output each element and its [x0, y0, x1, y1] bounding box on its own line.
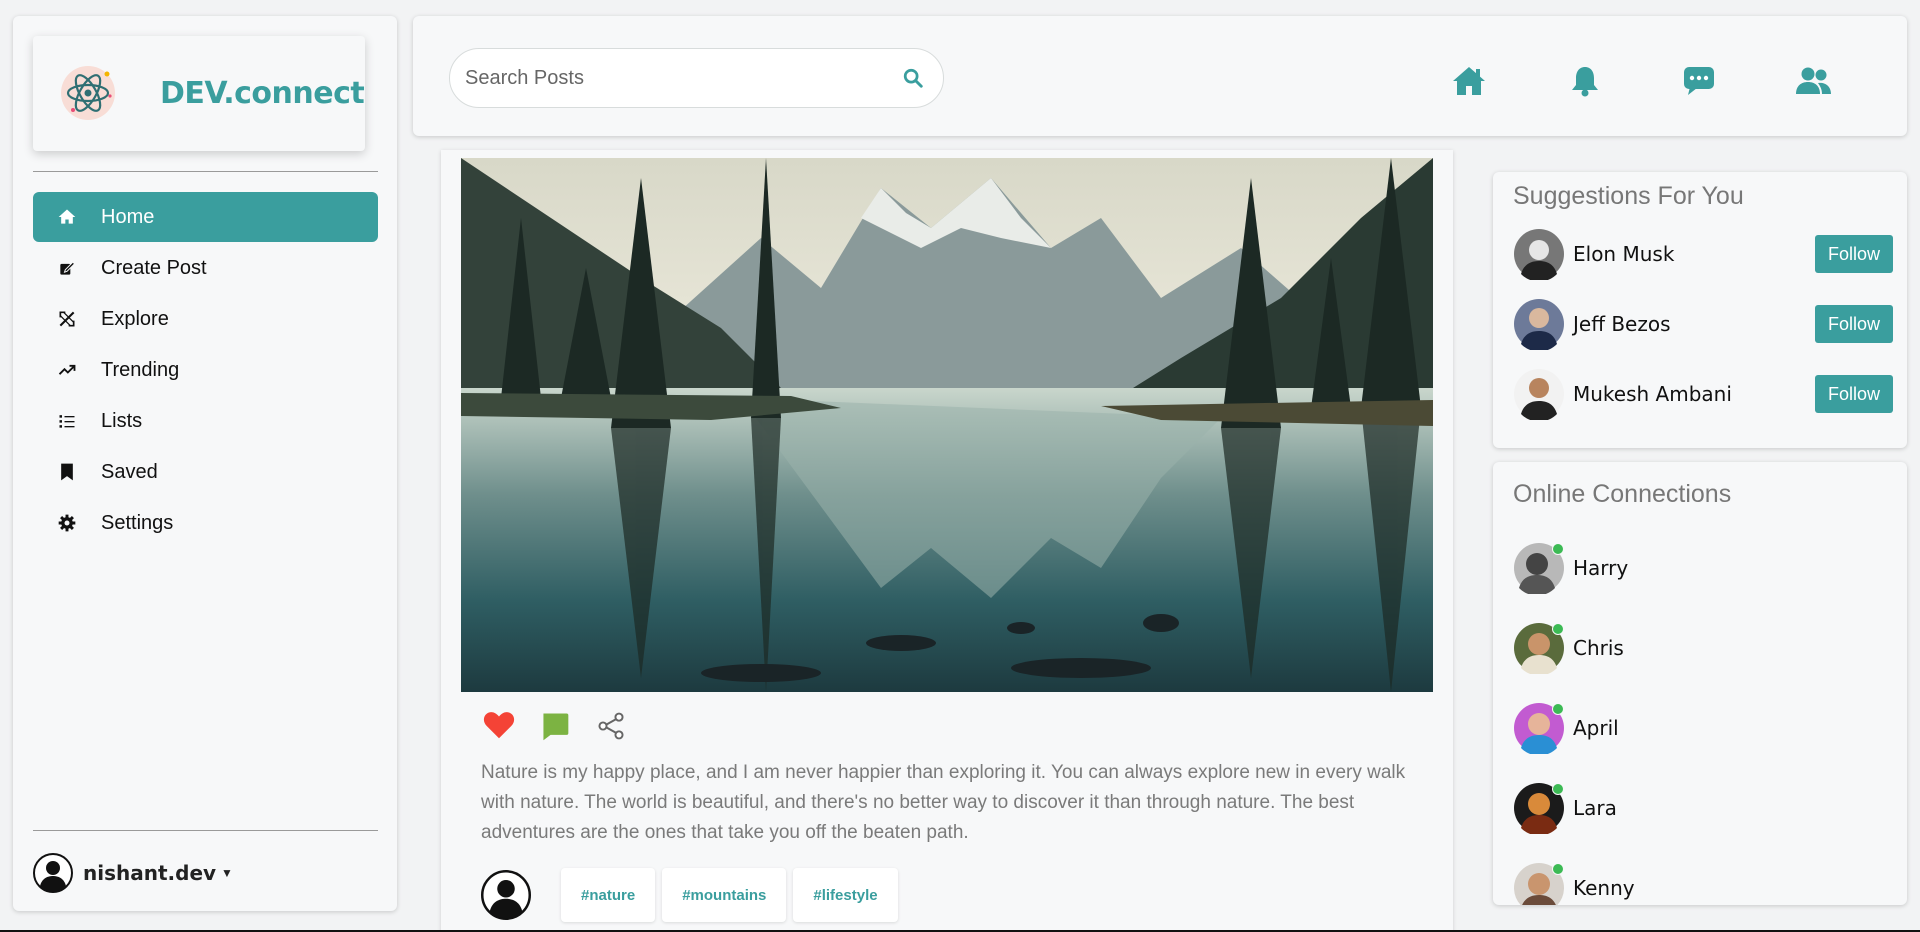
tag-mountains[interactable]: #mountains: [662, 868, 787, 922]
bell-icon[interactable]: [1567, 64, 1603, 98]
post-feed: Nature is my happy place, and I am never…: [441, 150, 1453, 932]
person-name: Harry: [1573, 556, 1629, 580]
online-connections-card: Online Connections Harry Chris April Lar…: [1493, 462, 1907, 905]
user-menu[interactable]: nishant.dev ▼: [33, 851, 233, 895]
follow-button[interactable]: Follow: [1815, 305, 1893, 343]
brand-name[interactable]: DEV.connect: [160, 76, 365, 111]
online-row[interactable]: Chris: [1513, 622, 1873, 676]
suggestions-title: Suggestions For You: [1513, 182, 1744, 210]
person-name[interactable]: Elon Musk: [1573, 242, 1674, 266]
brand-logo-card[interactable]: DEV.connect: [33, 36, 365, 151]
sidebar-item-label: Lists: [101, 409, 143, 432]
suggestion-row: Jeff Bezos Follow: [1513, 298, 1893, 350]
sidebar-item-label: Saved: [101, 460, 158, 483]
post-image[interactable]: [461, 158, 1433, 692]
online-status-dot: [1552, 783, 1564, 795]
person-name: Kenny: [1573, 876, 1635, 900]
suggestion-row: Mukesh Ambani Follow: [1513, 368, 1893, 420]
online-status-dot: [1552, 623, 1564, 635]
bookmark-icon: [33, 462, 101, 482]
sidebar-item-home[interactable]: Home: [33, 192, 378, 242]
sidebar-item-settings[interactable]: Settings: [33, 498, 378, 548]
home-icon: [33, 207, 101, 227]
heart-icon[interactable]: [481, 708, 517, 744]
sidebar-item-label: Create Post: [101, 256, 207, 279]
avatar: [1513, 782, 1565, 836]
atom-icon: [61, 66, 115, 120]
online-row[interactable]: April: [1513, 702, 1873, 756]
caret-down-icon: ▼: [221, 866, 233, 880]
avatar[interactable]: [481, 870, 531, 920]
sidebar-divider: [33, 830, 378, 831]
avatar: [1513, 862, 1565, 905]
avatar: [1513, 622, 1565, 676]
post-footer: #nature #mountains #lifestyle: [481, 868, 905, 922]
gear-icon: [33, 513, 101, 533]
create-post-icon: [33, 258, 101, 278]
avatar[interactable]: [1513, 298, 1565, 350]
person-name: Chris: [1573, 636, 1624, 660]
home-icon[interactable]: [1451, 64, 1487, 98]
post-actions: [481, 708, 629, 744]
left-sidebar: DEV.connect Home Create Post Explore Tre…: [13, 16, 397, 911]
sidebar-item-saved[interactable]: Saved: [33, 447, 378, 497]
share-icon[interactable]: [593, 708, 629, 744]
online-status-dot: [1552, 543, 1564, 555]
search-input[interactable]: [465, 66, 901, 90]
person-name[interactable]: Mukesh Ambani: [1573, 382, 1732, 406]
sidebar-item-trending[interactable]: Trending: [33, 345, 378, 395]
person-name: Lara: [1573, 796, 1617, 820]
post-body: Nature is my happy place, and I am never…: [481, 762, 1406, 843]
person-name: April: [1573, 716, 1619, 740]
sidebar-item-lists[interactable]: Lists: [33, 396, 378, 446]
avatar: [33, 853, 73, 893]
suggestions-card: Suggestions For You Elon Musk Follow Jef…: [1493, 172, 1907, 448]
sidebar-divider: [33, 171, 378, 172]
sidebar-item-label: Settings: [101, 511, 174, 534]
users-icon[interactable]: [1795, 64, 1831, 98]
avatar[interactable]: [1513, 228, 1565, 280]
top-header: [413, 16, 1907, 136]
online-status-dot: [1552, 863, 1564, 875]
online-row[interactable]: Harry: [1513, 542, 1873, 596]
search-icon[interactable]: [901, 66, 925, 90]
search-bar: [449, 48, 944, 108]
list-icon: [33, 411, 101, 431]
suggestion-row: Elon Musk Follow: [1513, 228, 1893, 280]
sidebar-item-label: Trending: [101, 358, 180, 381]
tag-lifestyle[interactable]: #lifestyle: [793, 868, 898, 922]
online-status-dot: [1552, 703, 1564, 715]
sidebar-item-explore[interactable]: Explore: [33, 294, 378, 344]
sidebar-item-create-post[interactable]: Create Post: [33, 243, 378, 293]
chat-icon[interactable]: [1681, 64, 1717, 98]
online-row[interactable]: Kenny: [1513, 862, 1873, 905]
online-title: Online Connections: [1513, 480, 1732, 508]
follow-button[interactable]: Follow: [1815, 235, 1893, 273]
username: nishant.dev: [83, 861, 217, 885]
sidebar-item-label: Explore: [101, 307, 169, 330]
sidebar-item-label: Home: [101, 205, 155, 228]
tag-nature[interactable]: #nature: [561, 868, 656, 922]
online-row[interactable]: Lara: [1513, 782, 1873, 836]
person-name[interactable]: Jeff Bezos: [1573, 312, 1671, 336]
explore-icon: [33, 309, 101, 329]
avatar[interactable]: [1513, 368, 1565, 420]
sidebar-nav: Home Create Post Explore Trending Lists: [33, 192, 378, 549]
landscape-image: [461, 158, 1433, 692]
comment-icon[interactable]: [537, 708, 573, 744]
trending-icon: [33, 360, 101, 380]
avatar: [1513, 542, 1565, 596]
follow-button[interactable]: Follow: [1815, 375, 1893, 413]
avatar: [1513, 702, 1565, 756]
